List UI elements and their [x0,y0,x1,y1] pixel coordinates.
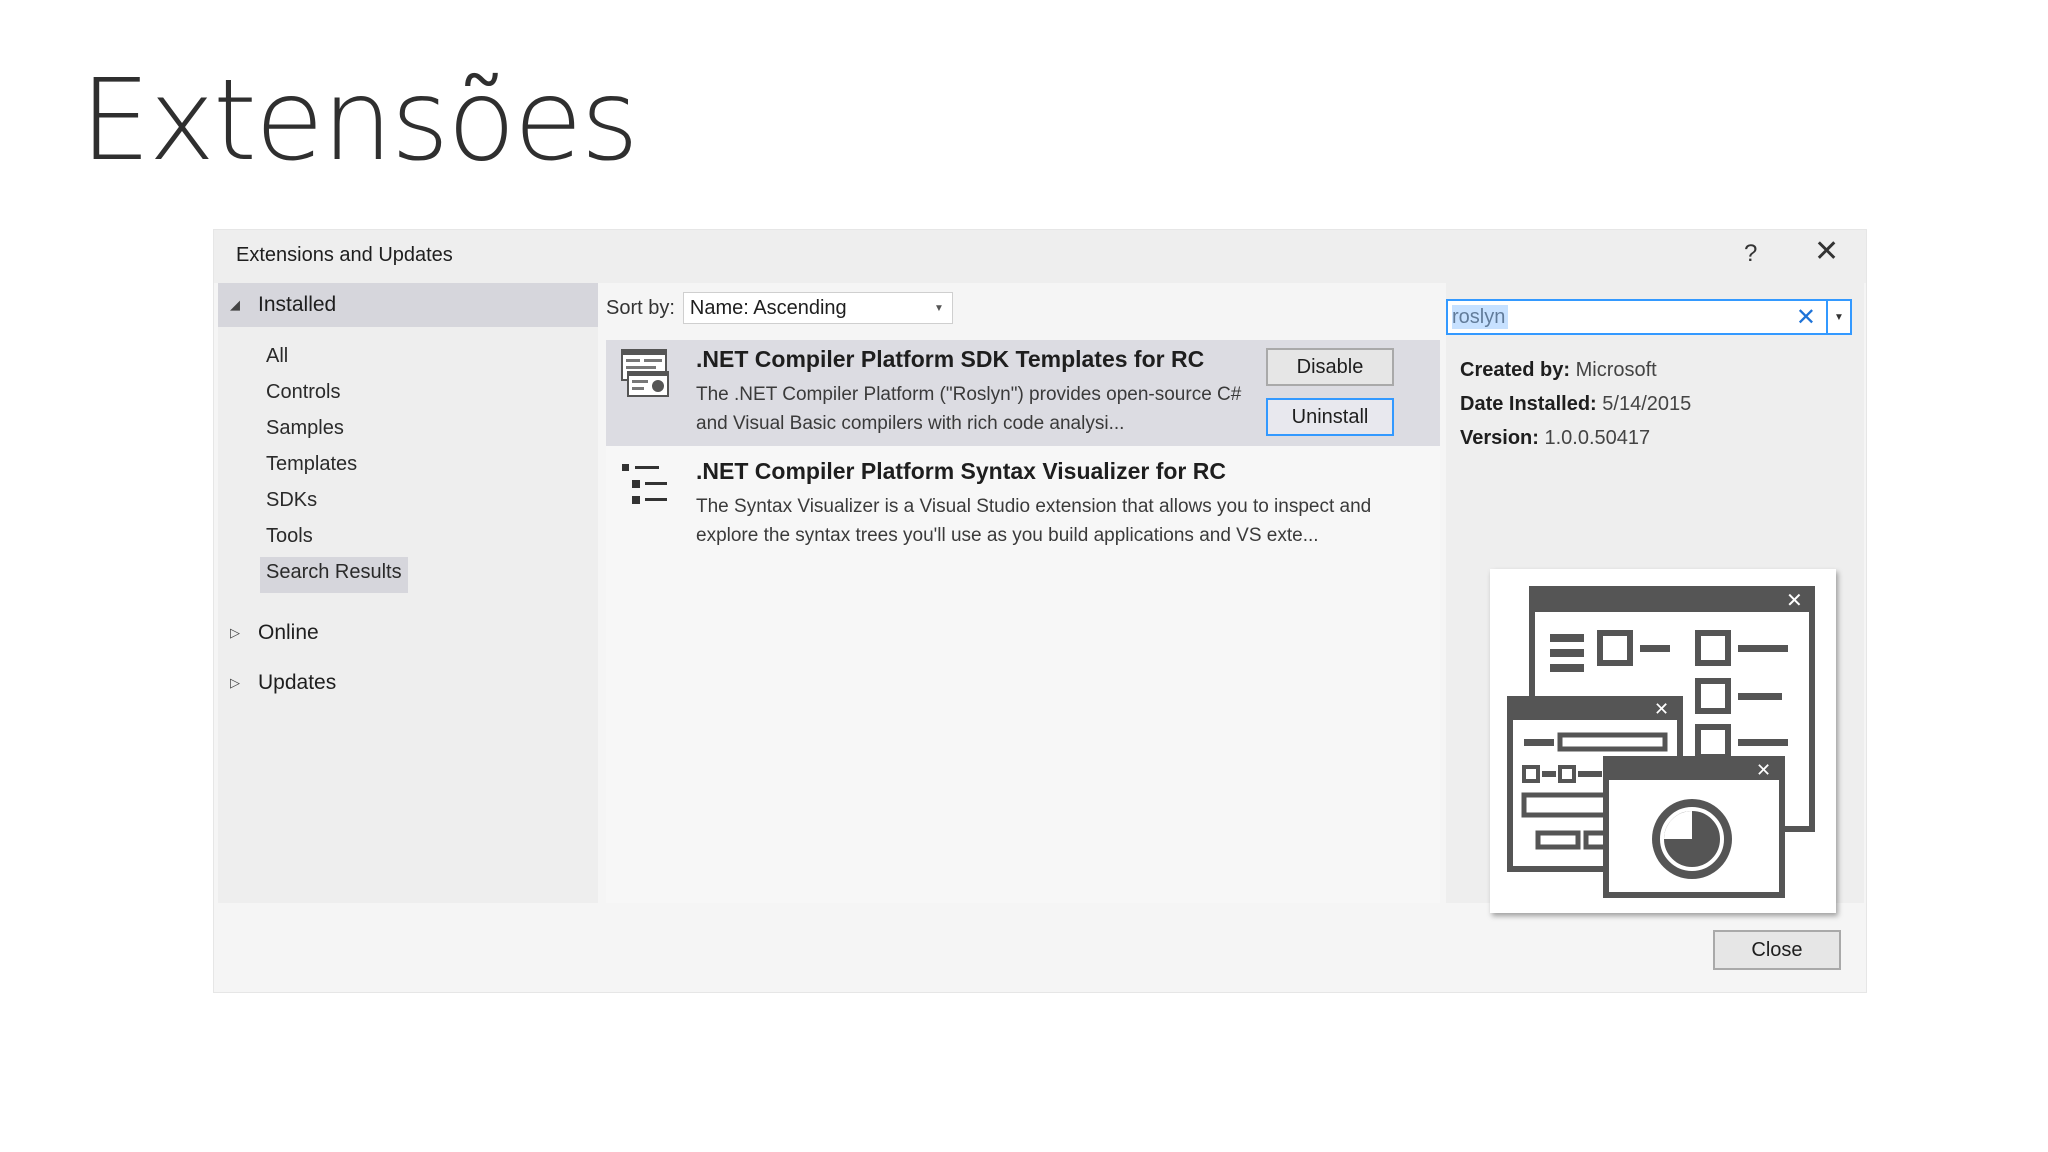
nav-updates[interactable]: ▷ Updates [218,661,598,705]
dropdown-caret-icon: ▼ [934,303,944,314]
search-dropdown-icon[interactable]: ▼ [1826,301,1850,333]
version: Version: 1.0.0.50417 [1460,427,1650,450]
nav-online-label: Online [258,621,319,644]
sort-bar: Sort by: Name: Ascending ▼ [606,288,953,328]
nav-item-search-results[interactable]: Search Results [260,557,408,593]
disable-button[interactable]: Disable [1266,348,1394,386]
date-installed-label: Date Installed: [1460,393,1597,415]
uninstall-button[interactable]: Uninstall [1266,398,1394,436]
nav-item-tools[interactable]: Tools [260,521,408,557]
dialog-title: Extensions and Updates [236,244,453,266]
nav-item-sdks[interactable]: SDKs [260,485,408,521]
nav-updates-label: Updates [258,671,337,694]
windows-illustration-icon: ✕ ✕ ✕ [1507,586,1815,898]
date-installed-value: 5/14/2015 [1602,393,1692,415]
help-button[interactable]: ? [1744,240,1757,268]
collapsed-arrow-icon: ▷ [230,675,240,690]
collapsed-arrow-icon: ▷ [230,625,240,640]
slide-title: Extensões [80,56,639,186]
close-button[interactable]: Close [1713,930,1841,970]
dialog-titlebar: Extensions and Updates ? ✕ [214,230,1866,283]
syntax-tree-icon [622,464,667,504]
close-icon[interactable]: ✕ [1814,234,1839,269]
list-item[interactable]: .NET Compiler Platform Syntax Visualizer… [606,452,1440,558]
extension-title: .NET Compiler Platform SDK Templates for… [696,346,1205,372]
extension-title: .NET Compiler Platform Syntax Visualizer… [696,458,1226,484]
sort-dropdown[interactable]: Name: Ascending ▼ [682,292,953,324]
search-box[interactable]: ✕ ▼ [1446,299,1852,335]
created-by: Created by: Microsoft [1460,359,1657,382]
sort-label: Sort by: [606,296,675,319]
search-input[interactable] [1448,304,1784,330]
nav-item-templates[interactable]: Templates [260,449,408,485]
extensions-dialog: Extensions and Updates ? ✕ ◢ Installed A… [213,229,1867,993]
installed-subitems: All Controls Samples Templates SDKs Tool… [260,341,408,593]
extension-preview-image: ✕ ✕ ✕ [1490,569,1836,913]
sort-value: Name: Ascending [689,296,847,319]
extension-description: The Syntax Visualizer is a Visual Studio… [696,496,1372,546]
template-icon [621,349,669,397]
nav-item-samples[interactable]: Samples [260,413,408,449]
extension-description: The .NET Compiler Platform ("Roslyn") pr… [696,384,1242,434]
expanded-arrow-icon: ◢ [230,297,240,312]
results-list: .NET Compiler Platform SDK Templates for… [606,340,1440,903]
nav-item-controls[interactable]: Controls [260,377,408,413]
version-value: 1.0.0.50417 [1544,427,1651,449]
list-item[interactable]: .NET Compiler Platform SDK Templates for… [606,340,1440,446]
nav-item-all[interactable]: All [260,341,408,377]
category-nav: ◢ Installed All Controls Samples Templat… [218,283,598,903]
clear-search-icon[interactable]: ✕ [1796,303,1816,332]
svg-text:✕: ✕ [1756,760,1771,781]
svg-text:✕: ✕ [1654,699,1669,720]
nav-installed-label: Installed [258,293,337,316]
created-by-label: Created by: [1460,359,1571,381]
version-label: Version: [1460,427,1539,449]
nav-installed[interactable]: ◢ Installed [218,283,598,327]
details-pane: ✕ ▼ Created by: Microsoft Date Installed… [1446,283,1864,913]
created-by-value: Microsoft [1575,359,1657,381]
nav-online[interactable]: ▷ Online [218,611,598,655]
date-installed: Date Installed: 5/14/2015 [1460,393,1691,416]
svg-text:✕: ✕ [1786,588,1803,612]
